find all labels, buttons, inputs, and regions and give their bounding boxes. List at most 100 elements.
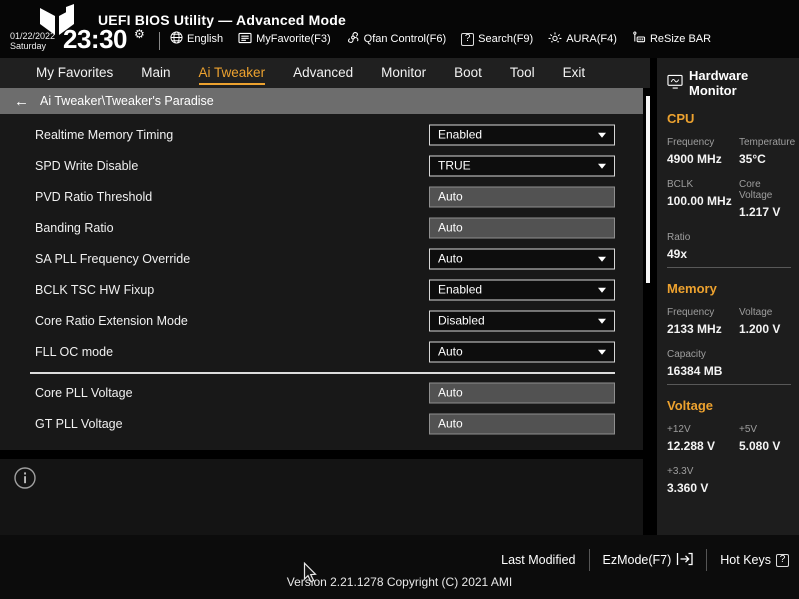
input-gt-pll-voltage[interactable]: Auto	[429, 413, 615, 434]
dropdown-sa-pll-frequency-override[interactable]: Auto	[429, 248, 615, 269]
toolbar-item-qfan-control-f6[interactable]: Qfan Control(F6)	[346, 31, 447, 47]
last-modified-button[interactable]: Last Modified	[501, 553, 575, 567]
hardware-monitor-panel: Hardware Monitor CPU Frequency 4900 MHz Tem…	[657, 58, 799, 535]
tab-exit[interactable]: Exit	[563, 61, 586, 85]
toolbar-item-resize-bar[interactable]: ReSize BAR	[632, 31, 711, 47]
last-modified-label: Last Modified	[501, 553, 576, 567]
gear-icon[interactable]: ⚙	[134, 27, 145, 41]
chevron-down-icon	[598, 287, 606, 293]
hm-stat-label: Frequency	[667, 307, 715, 318]
setting-label: GT PLL Voltage	[35, 416, 123, 431]
tab-ai-tweaker[interactable]: Ai Tweaker	[198, 61, 266, 85]
setting-label: PVD Ratio Threshold	[35, 189, 153, 204]
hm-stat-label: Temperature	[739, 137, 796, 148]
toolbar-item-label: Qfan Control(F6)	[363, 33, 447, 45]
hot-keys-button[interactable]: Hot Keys ?	[720, 553, 789, 567]
hardware-monitor-sections: CPU Frequency 4900 MHz Temperature 35°C BCLK 1…	[667, 98, 795, 501]
date-value: 01/22/2022	[10, 31, 56, 41]
tab-tool[interactable]: Tool	[510, 61, 535, 85]
toolbar-item-english[interactable]: English	[170, 31, 223, 47]
day-value: Saturday	[10, 41, 47, 51]
question-box-icon: ?	[776, 553, 789, 567]
setting-label: Core PLL Voltage	[35, 385, 133, 400]
hm-stat-value: 49x	[667, 247, 688, 261]
hm-stat-3-3v: +3.3V 3.360 V	[667, 466, 733, 495]
back-arrow-icon[interactable]: ←	[14, 94, 29, 109]
setting-label: SA PLL Frequency Override	[35, 251, 191, 266]
header-toolbar: English MyFavorite(F3) Qfan Control(F6) ? Se…	[170, 31, 711, 47]
toolbar-item-aura-f4[interactable]: AURA(F4)	[548, 31, 617, 47]
breadcrumb: ← Ai Tweaker\Tweaker's Paradise	[0, 88, 643, 114]
setting-value: Auto	[438, 189, 463, 204]
setting-value: Auto	[438, 344, 463, 359]
hm-stat-label: BCLK	[667, 179, 694, 190]
setting-row-core-pll-voltage: Core PLL Voltage Auto	[0, 377, 643, 408]
hm-stat-label: +3.3V	[667, 466, 694, 477]
chevron-down-icon	[598, 318, 606, 324]
scrollbar-thumb[interactable]	[646, 96, 650, 283]
footer-bar: Last Modified EzMode(F7) Hot Keys ? Vers…	[0, 535, 799, 599]
hardware-monitor-title: Hardware Monitor	[689, 68, 749, 98]
setting-label: Realtime Memory Timing	[35, 127, 174, 142]
hm-stat-value: 4900 MHz	[667, 152, 722, 166]
hm-stat-frequency: Frequency 2133 MHz	[667, 307, 733, 336]
setting-row-banding-ratio: Banding Ratio Auto	[0, 212, 643, 243]
toolbar-item-search-f9[interactable]: ? Search(F9)	[461, 32, 533, 46]
setting-label: FLL OC mode	[35, 344, 114, 359]
toolbar-item-myfavorite-f3[interactable]: MyFavorite(F3)	[238, 32, 331, 47]
hm-stat-core-voltage: Core Voltage 1.217 V	[739, 179, 795, 219]
tab-boot[interactable]: Boot	[454, 61, 482, 85]
toolbar-item-label: English	[187, 33, 224, 45]
footer-actions: Last Modified EzMode(F7) Hot Keys ?	[501, 549, 789, 571]
tab-my-favorites[interactable]: My Favorites	[36, 61, 113, 85]
tab-monitor[interactable]: Monitor	[381, 61, 426, 85]
hm-stat-label: Capacity	[667, 349, 706, 360]
dropdown-realtime-memory-timing[interactable]: Enabled	[429, 124, 615, 145]
bios-screen: UEFI BIOS Utility — Advanced Mode 01/22/…	[0, 0, 799, 599]
app-title: UEFI BIOS Utility — Advanced Mode	[98, 12, 346, 28]
input-banding-ratio[interactable]: Auto	[429, 217, 615, 238]
setting-row-gt-pll-voltage: GT PLL Voltage Auto	[0, 408, 643, 439]
chevron-down-icon	[598, 256, 606, 262]
setting-value: TRUE	[438, 158, 471, 173]
dropdown-bclk-tsc-hw-fixup[interactable]: Enabled	[429, 279, 615, 300]
date-display: 01/22/2022 Saturday	[10, 31, 55, 51]
dropdown-core-ratio-extension-mode[interactable]: Disabled	[429, 310, 615, 331]
hm-stat-12v: +12V 12.288 V	[667, 424, 733, 453]
hm-section-voltage: Voltage +12V 12.288 V +5V 5.080 V +3.3V 3.360 …	[667, 384, 791, 501]
setting-value: Enabled	[438, 127, 483, 142]
setting-row-bclk-tsc-hw-fixup: BCLK TSC HW Fixup Enabled	[0, 274, 643, 305]
help-info-area	[0, 459, 643, 535]
setting-value: Auto	[438, 220, 463, 235]
hm-section-title: Memory	[667, 281, 717, 296]
hm-stat-temperature: Temperature 35°C	[739, 137, 795, 166]
globe-icon	[170, 31, 183, 47]
hm-stat-value: 5.080 V	[739, 439, 781, 453]
input-pvd-ratio-threshold[interactable]: Auto	[429, 186, 615, 207]
setting-value: Disabled	[438, 313, 485, 328]
hm-stat-voltage: Voltage 1.200 V	[739, 307, 791, 336]
ezmode-button[interactable]: EzMode(F7)	[603, 552, 694, 569]
hm-stat-label: Frequency	[667, 137, 715, 148]
hardware-monitor-header: Hardware Monitor	[667, 68, 791, 98]
hm-stat-value: 1.200 V	[739, 322, 781, 336]
input-core-pll-voltage[interactable]: Auto	[429, 382, 615, 403]
setting-row-sa-pll-frequency-override: SA PLL Frequency Override Auto	[0, 243, 643, 274]
setting-label: SPD Write Disable	[35, 158, 139, 173]
tab-main[interactable]: Main	[141, 61, 170, 85]
dropdown-spd-write-disable[interactable]: TRUE	[429, 155, 615, 176]
setting-row-spd-write-disable: SPD Write Disable TRUE	[0, 150, 643, 181]
hm-stat-5v: +5V 5.080 V	[739, 424, 791, 453]
setting-row-realtime-memory-timing: Realtime Memory Timing Enabled	[0, 119, 643, 150]
aura-icon	[548, 31, 562, 47]
hm-section-memory: Memory Frequency 2133 MHz Voltage 1.200 V Cap…	[667, 267, 791, 384]
toolbar-item-label: MyFavorite(F3)	[256, 33, 331, 45]
hot-keys-label: Hot Keys	[720, 553, 771, 567]
hm-stat-label: Core Voltage	[739, 179, 773, 201]
hm-stat-label: Ratio	[667, 232, 691, 243]
dropdown-fll-oc-mode[interactable]: Auto	[429, 341, 615, 362]
hm-stat-value: 16384 MB	[667, 364, 723, 378]
chevron-down-icon	[598, 132, 606, 138]
tab-advanced[interactable]: Advanced	[293, 61, 353, 85]
settings-list: Realtime Memory Timing Enabled SPD Write D…	[0, 114, 643, 439]
